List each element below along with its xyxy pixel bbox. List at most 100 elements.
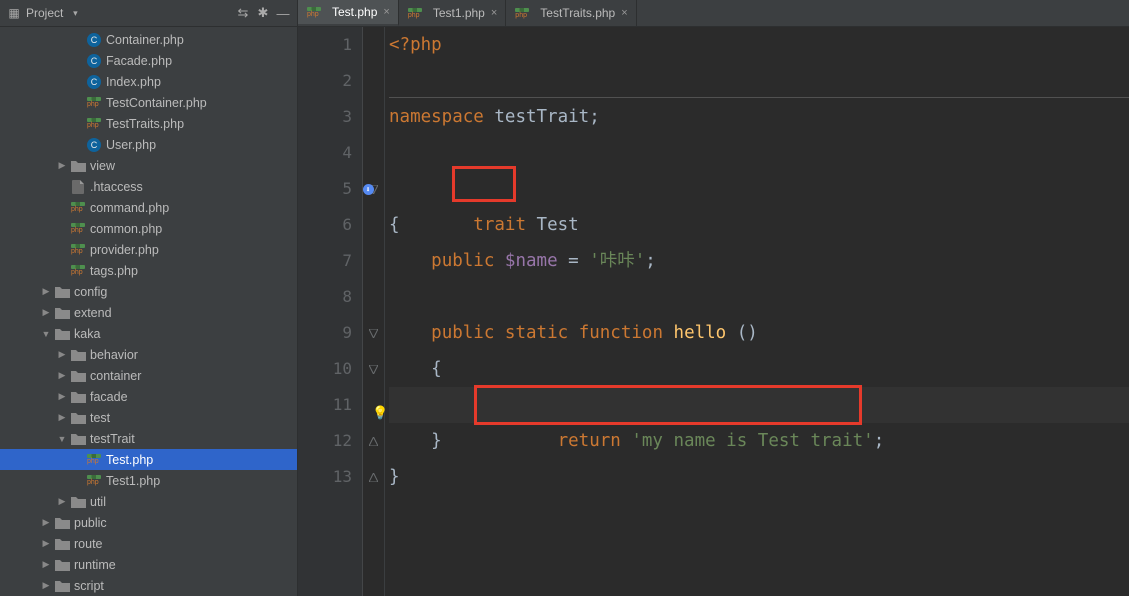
php-file-icon: php: [407, 5, 423, 21]
tree-item[interactable]: ▶behavior: [0, 344, 297, 365]
brace-open: {: [389, 215, 400, 235]
func-name: hello: [674, 323, 727, 343]
folder-icon: [54, 557, 70, 573]
line-number[interactable]: 4: [298, 135, 352, 171]
folder-icon: [54, 515, 70, 531]
fold-cell: [363, 99, 384, 135]
line-number[interactable]: 12: [298, 423, 352, 459]
chevron-right-icon[interactable]: ▶: [56, 412, 68, 424]
folder-icon: [54, 305, 70, 321]
intention-bulb-icon[interactable]: 💡: [372, 396, 388, 432]
tree-item[interactable]: phpTestContainer.php: [0, 92, 297, 113]
tree-item[interactable]: ▼ testTrait: [0, 428, 297, 449]
tree-item[interactable]: ▶public: [0, 512, 297, 533]
tree-item[interactable]: ▼ kaka: [0, 323, 297, 344]
tree-item-label: command.php: [90, 201, 169, 215]
project-tree[interactable]: CContainer.phpCFacade.phpCIndex.phpphpTe…: [0, 27, 297, 596]
file-icon: [70, 179, 86, 195]
tree-item[interactable]: ▶runtime: [0, 554, 297, 575]
chevron-right-icon[interactable]: ▶: [40, 538, 52, 550]
tree-item[interactable]: ▶facade: [0, 386, 297, 407]
project-tool-button[interactable]: ▦ Project ▾: [6, 5, 83, 21]
close-icon[interactable]: ×: [383, 6, 389, 18]
close-icon[interactable]: ×: [621, 7, 627, 19]
tree-item[interactable]: phpTest.php: [0, 449, 297, 470]
fold-toggle-icon[interactable]: [369, 470, 378, 485]
tree-item[interactable]: ▶test: [0, 407, 297, 428]
tree-item[interactable]: ▶ container: [0, 365, 297, 386]
tree-item-label: kaka: [74, 327, 100, 341]
php-open-tag: <?php: [389, 35, 442, 55]
gear-icon[interactable]: ✱: [255, 5, 271, 21]
scroll-from-source-icon[interactable]: ⇆: [235, 5, 251, 21]
tree-item[interactable]: CFacade.php: [0, 50, 297, 71]
chevron-right-icon[interactable]: ▶: [56, 349, 68, 361]
tree-item-label: Container.php: [106, 33, 184, 47]
chevron-right-icon[interactable]: ▶: [56, 496, 68, 508]
folder-icon: [70, 389, 86, 405]
fold-column[interactable]: [363, 27, 385, 596]
chevron-right-icon[interactable]: ▶: [40, 559, 52, 571]
tree-item[interactable]: CUser.php: [0, 134, 297, 155]
fold-cell: [363, 279, 384, 315]
tree-item-label: Test1.php: [106, 474, 160, 488]
line-number[interactable]: 3: [298, 99, 352, 135]
line-number[interactable]: 10: [298, 351, 352, 387]
line-number[interactable]: 2: [298, 63, 352, 99]
tree-item[interactable]: phptags.php: [0, 260, 297, 281]
tree-item[interactable]: ▶config: [0, 281, 297, 302]
folder-icon: [70, 494, 86, 510]
fold-toggle-icon[interactable]: [369, 434, 378, 449]
fold-cell[interactable]: [363, 315, 384, 351]
kw-public-1: public: [431, 251, 494, 271]
php-file-icon: php: [86, 116, 102, 132]
code-content[interactable]: <?php namespace testTrait; trait Test { …: [385, 27, 1129, 596]
editor-tab[interactable]: phpTest.php×: [298, 0, 399, 26]
chevron-right-icon[interactable]: ▶: [40, 307, 52, 319]
chevron-right-icon[interactable]: ▶: [40, 580, 52, 592]
line-number[interactable]: 8: [298, 279, 352, 315]
chevron-right-icon[interactable]: ▶: [56, 160, 68, 172]
tree-item[interactable]: CIndex.php: [0, 71, 297, 92]
line-number[interactable]: 11: [298, 387, 352, 423]
line-number[interactable]: 9: [298, 315, 352, 351]
fold-cell[interactable]: [363, 459, 384, 495]
php-class-icon: C: [86, 32, 102, 48]
tree-item[interactable]: ▶view: [0, 155, 297, 176]
fold-toggle-icon[interactable]: [369, 362, 378, 377]
line-number[interactable]: 13: [298, 459, 352, 495]
chevron-right-icon[interactable]: ▶: [40, 517, 52, 529]
tree-item[interactable]: ▶extend: [0, 302, 297, 323]
editor-tab[interactable]: phpTestTraits.php×: [506, 0, 636, 26]
tree-item[interactable]: ▶util: [0, 491, 297, 512]
chevron-down-icon[interactable]: ▼: [40, 328, 52, 340]
implements-gutter-icon[interactable]: ⬇: [361, 182, 375, 196]
tree-item[interactable]: phpprovider.php: [0, 239, 297, 260]
php-class-icon: C: [86, 137, 102, 153]
line-number[interactable]: 6: [298, 207, 352, 243]
close-icon[interactable]: ×: [491, 7, 497, 19]
fold-toggle-icon[interactable]: [369, 326, 378, 341]
parens: (): [726, 323, 758, 343]
editor-tab[interactable]: phpTest1.php×: [399, 0, 506, 26]
line-number[interactable]: 5⬇: [298, 171, 352, 207]
tree-item-label: container: [90, 369, 141, 383]
tree-item[interactable]: phpcommand.php: [0, 197, 297, 218]
tree-item[interactable]: phpTestTraits.php: [0, 113, 297, 134]
tree-item[interactable]: phpTest1.php: [0, 470, 297, 491]
line-number[interactable]: 7: [298, 243, 352, 279]
chevron-right-icon[interactable]: ▶: [56, 370, 68, 382]
hide-tool-window-icon[interactable]: —: [275, 5, 291, 21]
tree-item[interactable]: phpcommon.php: [0, 218, 297, 239]
tree-item-label: testTrait: [90, 432, 135, 446]
chevron-right-icon[interactable]: ▶: [56, 391, 68, 403]
code-area[interactable]: 12345⬇678910111213 <?php namespace testT…: [298, 27, 1129, 596]
tree-item[interactable]: ▶route: [0, 533, 297, 554]
chevron-right-icon[interactable]: ▶: [40, 286, 52, 298]
tree-item[interactable]: ▶script: [0, 575, 297, 596]
tree-item[interactable]: .htaccess: [0, 176, 297, 197]
tree-item[interactable]: C Container.php: [0, 29, 297, 50]
fold-cell[interactable]: [363, 351, 384, 387]
chevron-down-icon[interactable]: ▼: [56, 433, 68, 445]
line-number[interactable]: 1: [298, 27, 352, 63]
